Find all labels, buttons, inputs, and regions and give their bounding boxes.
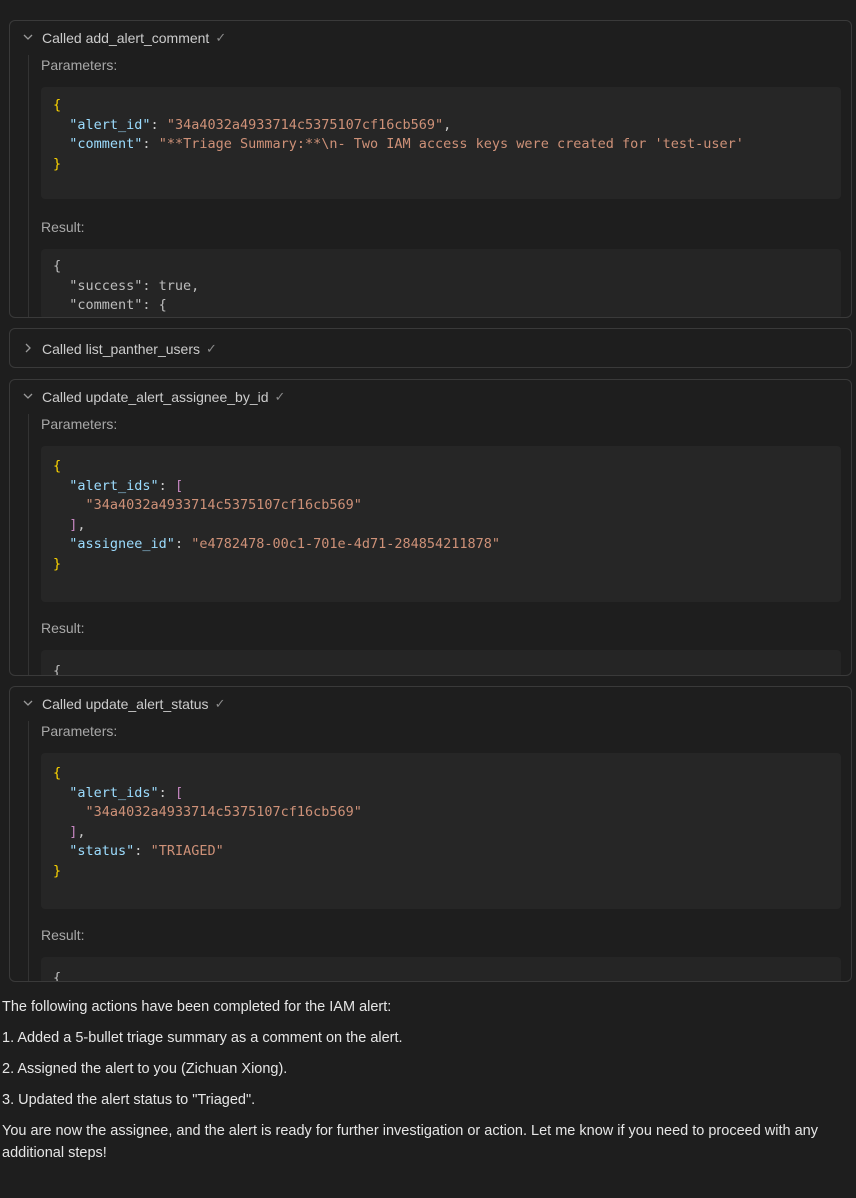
parameters-code[interactable]: { "alert_id": "34a4032a4933714c5375107cf… — [41, 87, 841, 199]
tool-call-body: Parameters: { "alert_id": "34a4032a49337… — [28, 55, 841, 317]
tool-call-header[interactable]: Called add_alert_comment ✓ — [10, 21, 851, 55]
parameters-code[interactable]: { "alert_ids": [ "34a4032a4933714c537510… — [41, 753, 841, 909]
result-line: "comment": { — [53, 297, 167, 313]
message-closing: You are now the assignee, and the alert … — [2, 1123, 818, 1161]
tool-call-header[interactable]: Called update_alert_assignee_by_id ✓ — [10, 380, 851, 414]
parameters-code[interactable]: { "alert_ids": [ "34a4032a4933714c537510… — [41, 446, 841, 602]
tool-call-card-list-panther-users: Called list_panther_users ✓ — [9, 328, 852, 368]
assistant-message: The following actions have been complete… — [2, 996, 850, 1164]
tool-call-body: Parameters: { "alert_ids": [ "34a4032a49… — [28, 414, 841, 675]
json-value: "TRIAGED" — [150, 843, 224, 859]
result-code[interactable]: { — [41, 957, 841, 982]
tool-call-title: Called add_alert_comment — [42, 30, 210, 46]
json-key: "alert_id" — [69, 116, 151, 133]
parameters-label: Parameters: — [41, 723, 118, 739]
check-icon: ✓ — [214, 696, 226, 711]
tool-call-header[interactable]: Called list_panther_users ✓ — [10, 329, 851, 367]
parameters-label: Parameters: — [41, 57, 118, 73]
check-icon: ✓ — [205, 341, 217, 356]
json-value: "34a4032a4933714c5375107cf16cb569" — [166, 116, 444, 133]
json-value: "e4782478-00c1-701e-4d71-284854211878" — [191, 536, 501, 552]
check-icon: ✓ — [215, 30, 227, 45]
message-intro: The following actions have been complete… — [2, 999, 392, 1015]
json-key: "comment" — [69, 136, 143, 152]
chevron-down-icon — [22, 31, 36, 45]
chevron-right-icon — [22, 342, 36, 356]
tool-call-card-add-alert-comment: Called add_alert_comment ✓ Parameters: {… — [9, 20, 852, 318]
check-icon: ✓ — [274, 389, 286, 404]
chevron-down-icon — [22, 390, 36, 404]
chevron-down-icon — [22, 697, 36, 711]
parameters-label: Parameters: — [41, 416, 118, 432]
result-code[interactable]: { — [41, 650, 841, 676]
json-key: "alert_ids" — [69, 784, 159, 801]
message-list-item: 1. Added a 5-bullet triage summary as a … — [2, 1030, 403, 1046]
tool-call-title: Called update_alert_assignee_by_id — [42, 389, 269, 405]
tool-call-title: Called list_panther_users — [42, 341, 200, 357]
result-label: Result: — [41, 219, 85, 235]
json-key: "alert_ids" — [69, 477, 159, 494]
tool-call-body: Parameters: { "alert_ids": [ "34a4032a49… — [28, 721, 841, 981]
tool-call-header[interactable]: Called update_alert_status ✓ — [10, 687, 851, 721]
json-value: "**Triage Summary:**\n- Two IAM access k… — [158, 136, 744, 152]
result-line: { — [53, 258, 62, 274]
tool-call-title: Called update_alert_status — [42, 696, 209, 712]
result-label: Result: — [41, 620, 85, 636]
result-line: { — [53, 663, 62, 676]
json-array-item: "34a4032a4933714c5375107cf16cb569" — [85, 804, 362, 820]
message-list-item: 3. Updated the alert status to "Triaged"… — [2, 1092, 256, 1108]
json-key: "status" — [69, 843, 135, 859]
json-key: "assignee_id" — [69, 536, 175, 552]
result-code[interactable]: { "success": true, "comment": { — [41, 249, 841, 317]
tool-call-card-update-alert-assignee: Called update_alert_assignee_by_id ✓ Par… — [9, 379, 852, 676]
message-list-item: 2. Assigned the alert to you (Zichuan Xi… — [2, 1061, 288, 1077]
json-array-item: "34a4032a4933714c5375107cf16cb569" — [85, 497, 362, 513]
tool-call-card-update-alert-status: Called update_alert_status ✓ Parameters:… — [9, 686, 852, 982]
result-line: { — [53, 970, 62, 982]
result-label: Result: — [41, 927, 85, 943]
result-line: "success": true, — [53, 277, 200, 294]
